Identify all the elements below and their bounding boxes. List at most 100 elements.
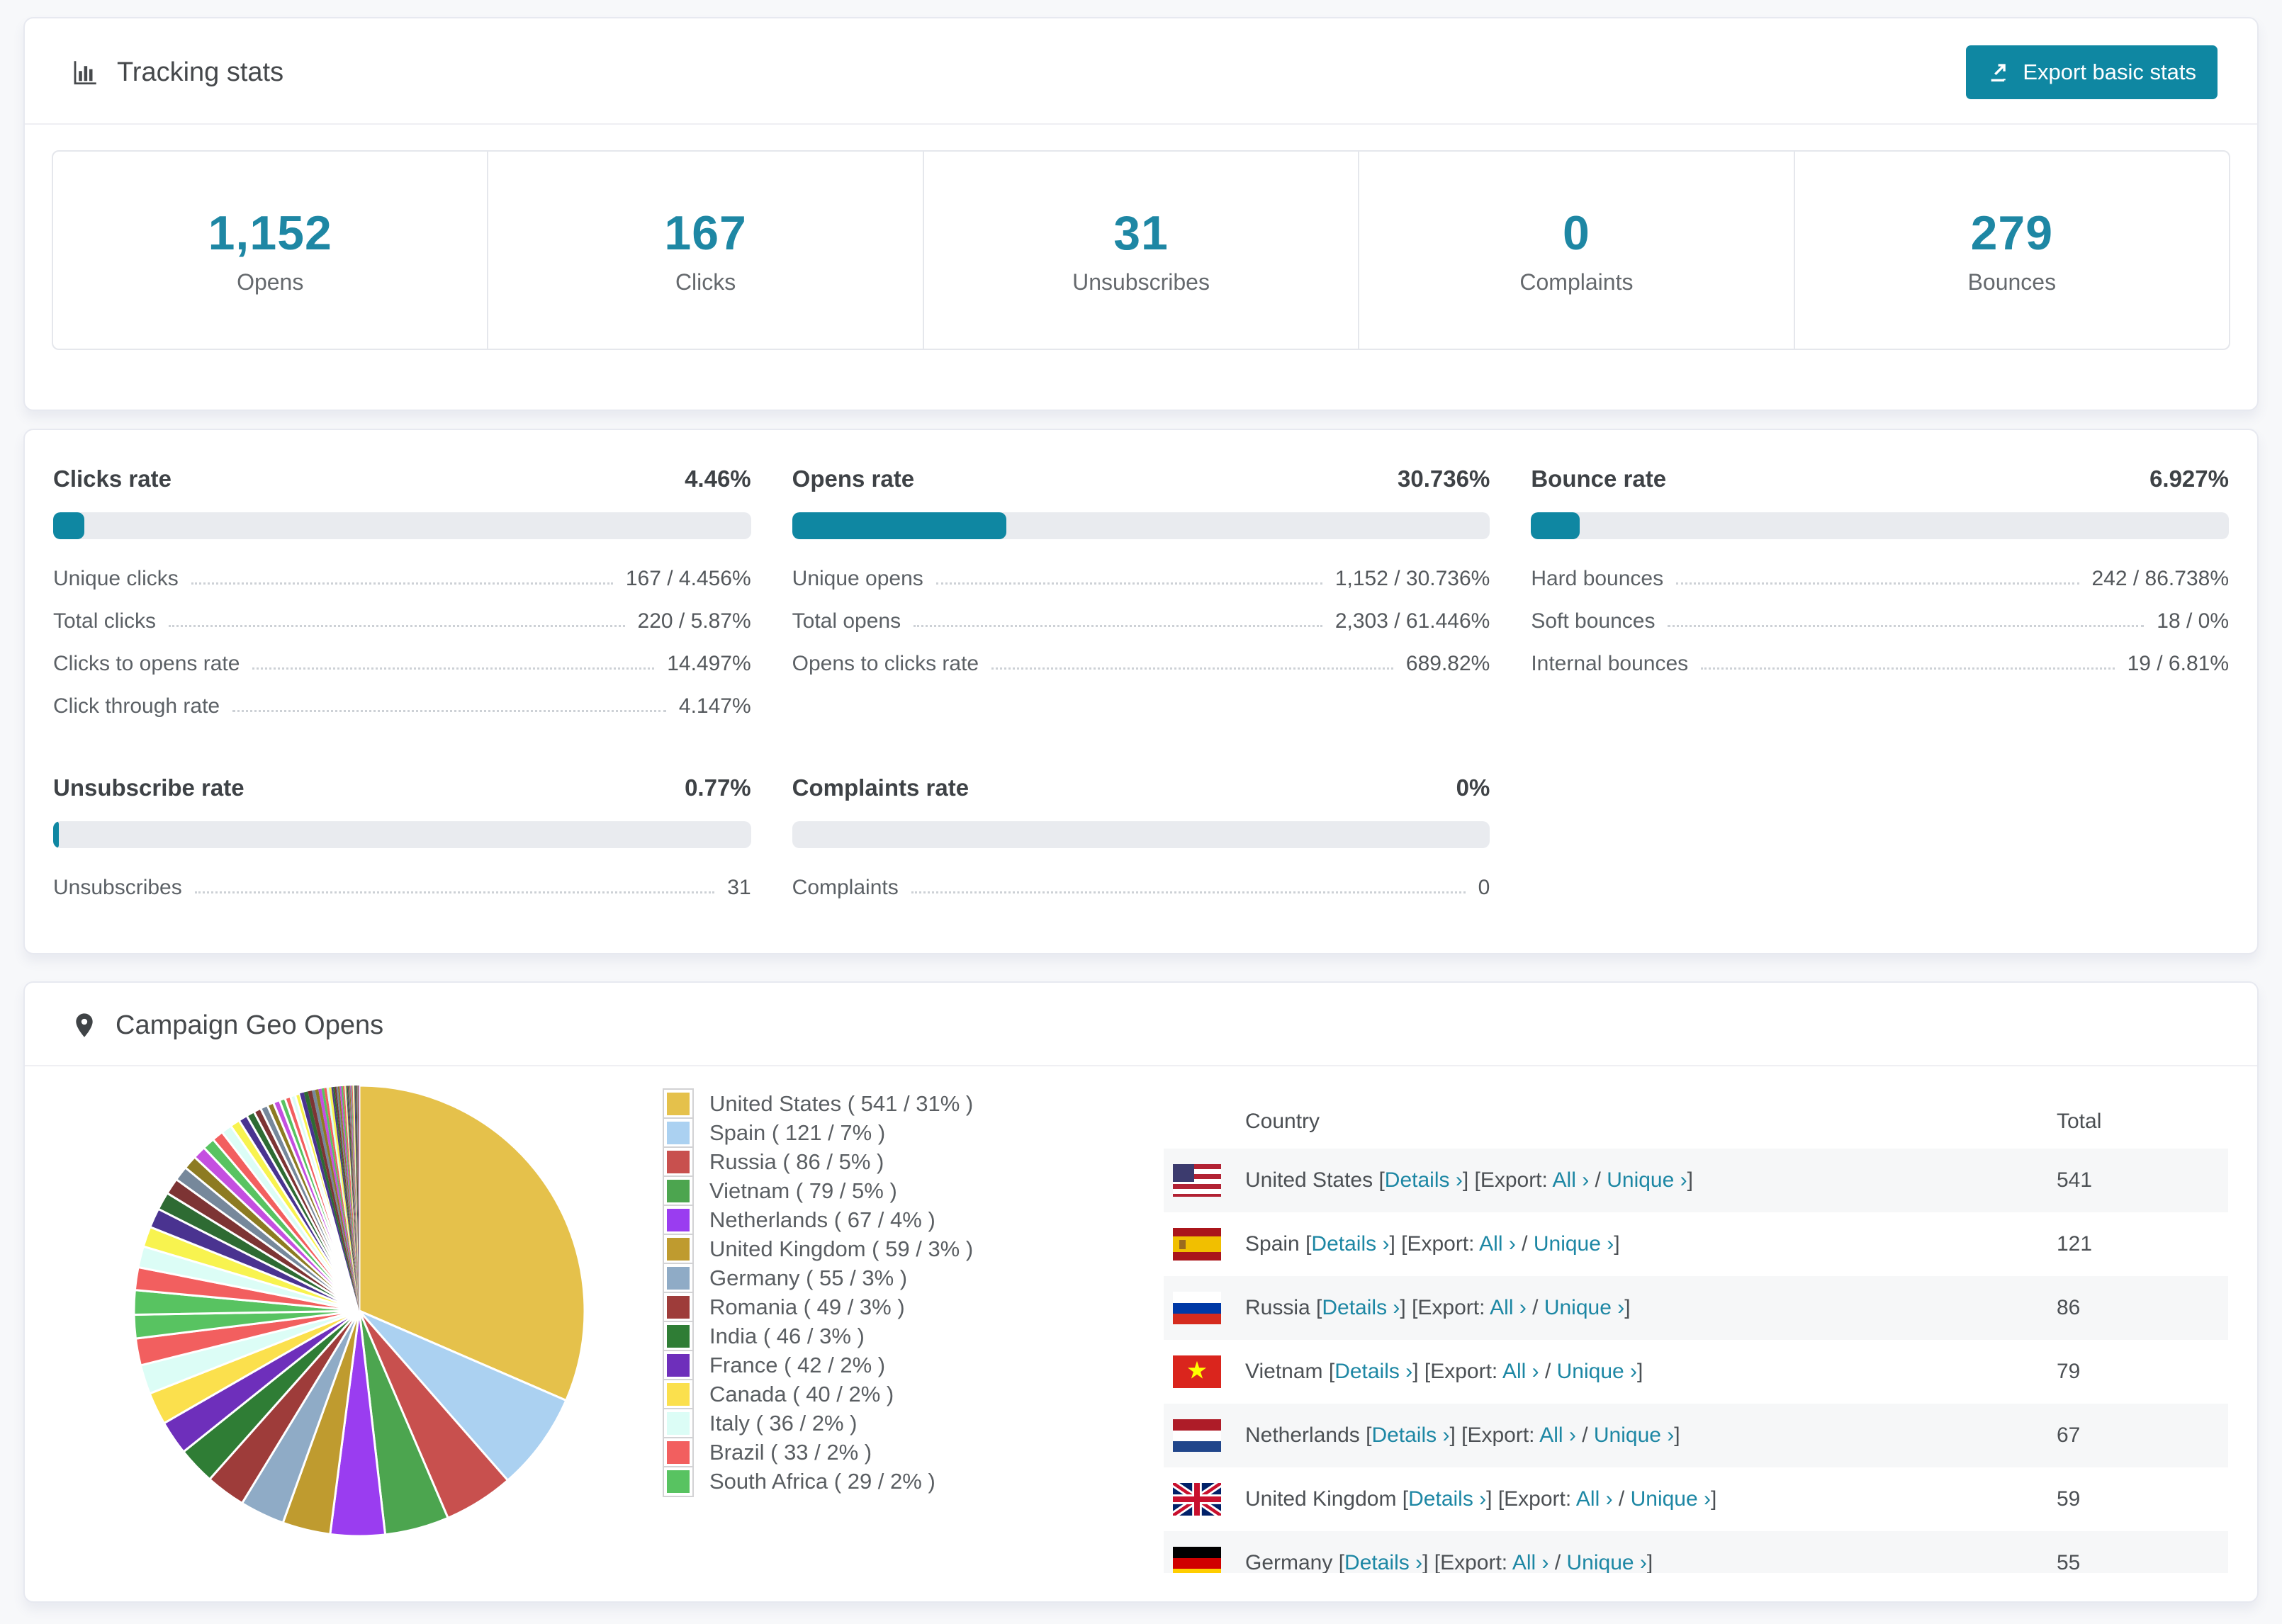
geo-table-row-vn: Vietnam [Details ›] [Export: All › / Uni… — [1164, 1340, 2228, 1404]
details-link[interactable]: Details › — [1322, 1296, 1400, 1319]
rate-value: 0% — [1456, 774, 1490, 801]
rates-grid: Clicks rate 4.46% Unique clicks 167 / 4.4… — [25, 430, 2257, 909]
dotted-leader — [169, 625, 625, 627]
country-total: 86 — [2057, 1296, 2081, 1319]
rate-progress-fill — [1531, 512, 1580, 539]
detail-value: 220 / 5.87% — [637, 609, 751, 633]
stat-clicks: 167 Clicks — [487, 152, 922, 349]
rate-detail-row: Unique clicks 167 / 4.456% — [53, 558, 751, 600]
stat-label: Opens — [237, 269, 304, 295]
legend-item-netherlands: Netherlands ( 67 / 4% ) — [663, 1204, 973, 1236]
detail-value: 2,303 / 61.446% — [1334, 609, 1490, 633]
details-link[interactable]: Details › — [1311, 1232, 1389, 1256]
geo-table-row-de: Germany [Details ›] [Export: All › / Uni… — [1164, 1531, 2228, 1573]
country-cell: Germany [Details ›] [Export: All › / Uni… — [1245, 1551, 1653, 1573]
detail-label: Clicks to opens rate — [53, 652, 240, 675]
total-column-header: Total — [2057, 1110, 2102, 1133]
stats-summary-row: 1,152 Opens 167 Clicks 31 Unsubscribes 0 Co… — [52, 150, 2230, 350]
export-unique-link[interactable]: Unique › — [1534, 1232, 1614, 1256]
detail-label: Click through rate — [53, 694, 220, 718]
export-unique-link[interactable]: Unique › — [1557, 1360, 1637, 1383]
export-all-link[interactable]: All › — [1502, 1360, 1539, 1383]
rate-progress-fill — [792, 512, 1007, 539]
rate-block-bounce-rate: Bounce rate 6.927% Hard bounces 242 / 86.… — [1531, 466, 2229, 685]
legend-item-romania: Romania ( 49 / 3% ) — [663, 1291, 973, 1323]
tracking-stats-title: Tracking stats — [117, 57, 284, 87]
rate-progress-track — [1531, 512, 2229, 539]
export-unique-link[interactable]: Unique › — [1607, 1168, 1687, 1192]
rate-value: 6.927% — [2149, 466, 2229, 492]
legend-label: India ( 46 / 3% ) — [709, 1323, 865, 1348]
rate-detail-row: Internal bounces 19 / 6.81% — [1531, 643, 2229, 685]
legend-swatch — [663, 1175, 694, 1207]
flag-ru-icon — [1173, 1292, 1221, 1324]
legend-label: United States ( 541 / 31% ) — [709, 1090, 974, 1116]
legend-item-south-africa: South Africa ( 29 / 2% ) — [663, 1465, 973, 1497]
rate-detail-row: Hard bounces 242 / 86.738% — [1531, 558, 2229, 600]
legend-swatch — [663, 1117, 694, 1149]
legend-item-united-states: United States ( 541 / 31% ) — [663, 1088, 974, 1120]
details-link[interactable]: Details › — [1344, 1551, 1422, 1573]
map-pin-icon — [76, 1013, 93, 1037]
details-link[interactable]: Details › — [1371, 1423, 1449, 1447]
rate-progress-fill — [53, 821, 59, 848]
export-all-link[interactable]: All › — [1512, 1551, 1549, 1573]
legend-item-united-kingdom: United Kingdom ( 59 / 3% ) — [663, 1233, 974, 1265]
export-unique-link[interactable]: Unique › — [1631, 1487, 1711, 1511]
detail-value: 18 / 0% — [2157, 609, 2229, 633]
export-all-link[interactable]: All › — [1576, 1487, 1613, 1511]
stat-complaints: 0 Complaints — [1358, 152, 1793, 349]
flag-us-icon — [1173, 1164, 1221, 1197]
legend-swatch — [663, 1088, 694, 1120]
export-unique-link[interactable]: Unique › — [1594, 1423, 1674, 1447]
dotted-leader — [935, 582, 1322, 585]
dotted-leader — [194, 891, 715, 893]
export-unique-link[interactable]: Unique › — [1544, 1296, 1624, 1319]
country-total: 67 — [2057, 1423, 2081, 1447]
rate-detail-row: Click through rate 4.147% — [53, 685, 751, 728]
country-cell: Spain [Details ›] [Export: All › / Uniqu… — [1245, 1232, 1620, 1256]
legend-swatch — [663, 1436, 694, 1468]
export-all-link[interactable]: All › — [1490, 1296, 1527, 1319]
legend-label: South Africa ( 29 / 2% ) — [709, 1468, 935, 1494]
rate-progress-track — [792, 512, 1490, 539]
country-cell: United States [Details ›] [Export: All ›… — [1245, 1168, 1693, 1192]
country-cell: Netherlands [Details ›] [Export: All › /… — [1245, 1423, 1680, 1447]
rate-detail-row: Complaints 0 — [792, 867, 1490, 909]
export-basic-stats-button[interactable]: Export basic stats — [1966, 45, 2218, 99]
legend-label: United Kingdom ( 59 / 3% ) — [709, 1236, 974, 1261]
detail-label: Hard bounces — [1531, 567, 1664, 590]
campaign-stats-page: { "theme": { "accent": "#0f87a2", "stat_… — [0, 0, 2282, 1624]
legend-item-vietnam: Vietnam ( 79 / 5% ) — [663, 1175, 973, 1207]
rate-progress-track — [53, 512, 751, 539]
legend-swatch — [663, 1320, 694, 1352]
rate-block-opens-rate: Opens rate 30.736% Unique opens 1,152 / 3… — [792, 466, 1490, 685]
export-all-link[interactable]: All › — [1553, 1168, 1590, 1192]
rate-progress-fill — [53, 512, 84, 539]
details-link[interactable]: Details › — [1408, 1487, 1486, 1511]
country-column-header: Country — [1245, 1110, 1320, 1133]
export-all-link[interactable]: All › — [1479, 1232, 1516, 1256]
geo-opens-card: Campaign Geo Opens United States ( 541 /… — [23, 981, 2259, 1603]
stat-value: 167 — [664, 205, 747, 260]
dotted-leader — [232, 710, 666, 712]
details-link[interactable]: Details › — [1334, 1360, 1412, 1383]
country-total: 59 — [2057, 1487, 2081, 1511]
stat-value: 279 — [1970, 205, 2054, 260]
detail-value: 242 / 86.738% — [2091, 567, 2230, 590]
geo-table-row-nl: Netherlands [Details ›] [Export: All › /… — [1164, 1404, 2228, 1467]
geo-table-rows: United States [Details ›] [Export: All ›… — [1164, 1149, 2228, 1573]
country-total: 541 — [2057, 1168, 2093, 1192]
detail-label: Unique opens — [792, 567, 923, 590]
export-all-link[interactable]: All › — [1539, 1423, 1576, 1447]
flag-de-icon — [1173, 1547, 1221, 1573]
legend-swatch — [663, 1204, 694, 1236]
legend-label: Romania ( 49 / 3% ) — [709, 1294, 905, 1319]
export-unique-link[interactable]: Unique › — [1567, 1551, 1647, 1573]
legend-label: Spain ( 121 / 7% ) — [709, 1120, 886, 1145]
dotted-leader — [1701, 667, 2115, 670]
stat-label: Unsubscribes — [1072, 269, 1210, 295]
rate-detail-row: Total opens 2,303 / 61.446% — [792, 600, 1490, 643]
details-link[interactable]: Details › — [1385, 1168, 1463, 1192]
stat-value: 31 — [1113, 205, 1169, 260]
